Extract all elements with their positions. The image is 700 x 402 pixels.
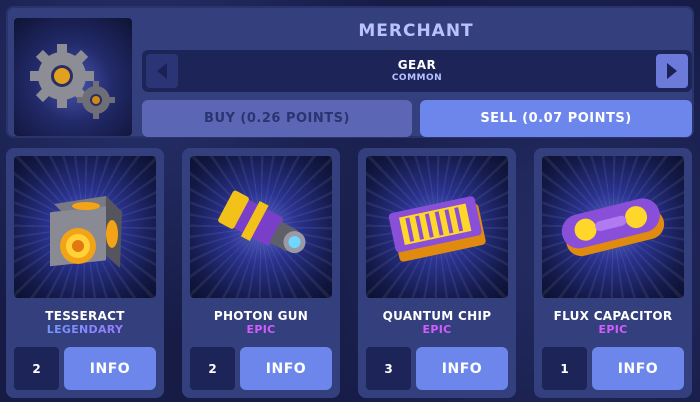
item-rarity: EPIC xyxy=(422,323,452,336)
inventory-card: TESSERACT LEGENDARY 2 INFO xyxy=(6,148,164,398)
item-rarity: LEGENDARY xyxy=(6,323,164,336)
item-rarity: EPIC xyxy=(598,323,628,336)
item-image xyxy=(542,156,684,298)
item-count: 2 xyxy=(14,347,59,390)
item-rarity: EPIC xyxy=(246,323,276,336)
item-name: FLUX CAPACITOR xyxy=(553,309,673,323)
item-image xyxy=(366,156,508,298)
item-name: QUANTUM CHIP xyxy=(382,309,492,323)
chevron-right-icon xyxy=(667,63,677,79)
merchant-title: MERCHANT xyxy=(358,21,474,41)
info-button[interactable]: INFO xyxy=(240,347,332,390)
info-button[interactable]: INFO xyxy=(64,347,156,390)
sell-button[interactable]: SELL (0.07 POINTS) xyxy=(420,100,692,137)
item-count: 2 xyxy=(190,347,235,390)
photon-gun-icon xyxy=(218,190,306,254)
quantum-chip-icon xyxy=(388,196,486,262)
item-image xyxy=(190,156,332,298)
item-name: PHOTON GUN xyxy=(213,309,309,323)
inventory-card: QUANTUM CHIP EPIC 3 INFO xyxy=(358,148,516,398)
gear-icon xyxy=(30,44,115,119)
inventory-card: FLUX CAPACITOR EPIC 1 INFO xyxy=(534,148,692,398)
merchant-panel: MERCHANT GEAR COMMON BUY (0.26 POINTS) S… xyxy=(6,6,694,138)
info-button[interactable]: INFO xyxy=(592,347,684,390)
info-button[interactable]: INFO xyxy=(416,347,508,390)
next-item-button[interactable] xyxy=(656,54,688,88)
item-name: TESSERACT xyxy=(45,309,125,323)
selected-item-rarity: COMMON xyxy=(391,73,443,83)
flux-capacitor-icon xyxy=(561,198,665,257)
selected-item-name: GEAR xyxy=(397,58,437,72)
tesseract-icon xyxy=(50,196,122,268)
item-image xyxy=(14,156,156,298)
merchant-item-thumbnail xyxy=(14,18,132,136)
buy-button[interactable]: BUY (0.26 POINTS) xyxy=(142,100,412,137)
item-selector: GEAR COMMON xyxy=(142,50,692,92)
item-count: 1 xyxy=(542,347,587,390)
item-count: 3 xyxy=(366,347,411,390)
inventory-card: PHOTON GUN EPIC 2 INFO xyxy=(182,148,340,398)
